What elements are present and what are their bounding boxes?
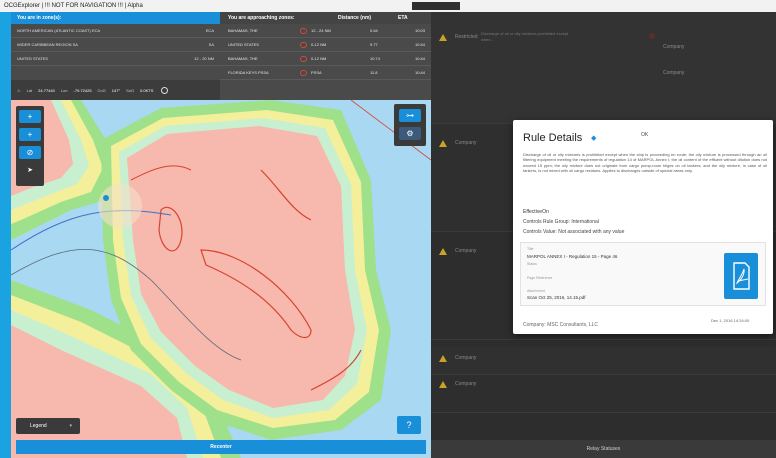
zoom-out-icon: + — [27, 130, 33, 139]
cog-value: 147° — [111, 87, 121, 93]
list-item[interactable]: Company — [431, 375, 776, 413]
list-item[interactable]: Restricted Discharge of oil or oily mixt… — [431, 12, 776, 124]
rule-date: Dec 1, 2016 14:34:00 — [711, 318, 750, 323]
rule-company: Company: MSC Consultants, LLC — [523, 322, 599, 328]
zoom-in-icon: + — [27, 112, 33, 121]
compass-button[interactable]: ⊘ — [19, 146, 41, 159]
map-canvas[interactable] — [11, 100, 431, 458]
rule-details-dialog: Rule Details ◆ OK Discharge of oil or oi… — [513, 120, 773, 334]
zoom-out-button[interactable]: + — [19, 128, 41, 141]
pointer-button[interactable]: ➤ — [19, 164, 41, 177]
approach-row[interactable]: FLORIDA KEYS PSSA PSSA 11.8 10:44 — [220, 66, 431, 80]
warning-icon — [439, 140, 447, 147]
approach-header-eta: ETA — [398, 15, 408, 21]
approach-row[interactable]: BAHAMAS, THE 0-12 NM 10.74 10:44 — [220, 52, 431, 66]
ok-button[interactable]: OK — [641, 132, 648, 138]
help-icon: ? — [406, 420, 412, 430]
longitude-value: -79.72425 — [73, 87, 92, 93]
status-dot — [649, 33, 655, 39]
warning-icon — [439, 34, 447, 41]
attachment-filename: Scan Oct 25, 2016, 14.15.pdf — [527, 295, 586, 300]
window-titlebar: OCGExplorer | !!! NOT FOR NAVIGATION !!!… — [0, 0, 776, 12]
warning-icon — [439, 381, 447, 388]
warning-icon — [439, 248, 447, 255]
layers-button[interactable]: ⊶ — [399, 109, 421, 122]
recenter-button[interactable]: Recenter — [16, 440, 426, 454]
approach-header-zone: You are approaching zones: — [228, 15, 295, 21]
info-icon[interactable]: ◆ — [591, 134, 596, 142]
gear-icon: ⚙ — [406, 129, 414, 138]
approaching-zones-panel: You are approaching zones: Distance (nm)… — [220, 12, 431, 100]
effective-on-label: EffectiveOn — [523, 209, 549, 215]
nautical-map[interactable]: + + ⊘ ➤ ⊶ ⚙ Legend ▾ ? Recenter — [11, 100, 431, 458]
legend-dropdown[interactable]: Legend ▾ — [16, 418, 80, 434]
warning-icon: ⚠ — [17, 87, 21, 93]
zone-alert-icon — [300, 69, 307, 76]
warning-icon — [439, 355, 447, 362]
map-toolbar: + + ⊘ ➤ — [16, 106, 44, 186]
position-bar: ⚠ Lat 24.77440 Lon -79.72425 CoG 147° So… — [11, 80, 220, 100]
chevron-down-icon: ▾ — [69, 423, 72, 429]
window-title: OCGExplorer | !!! NOT FOR NAVIGATION !!!… — [4, 3, 143, 9]
approach-row[interactable]: UNITED STATES 0-12 NM 9.77 10:44 — [220, 38, 431, 52]
map-right-toolbar: ⊶ ⚙ — [394, 104, 426, 146]
rule-value-label: Controls Value: Not associated with any … — [523, 229, 625, 235]
help-button[interactable]: ? — [397, 416, 421, 434]
zoom-in-button[interactable]: + — [19, 110, 41, 123]
left-accent-strip — [0, 12, 11, 458]
relay-statuses-button[interactable]: Relay Statuses — [431, 440, 776, 458]
legend-label: Legend — [30, 423, 47, 429]
titlebar-tab[interactable] — [412, 2, 460, 10]
zone-alert-icon — [300, 41, 307, 48]
zone-row[interactable]: UNITED STATES 12 - 20 NM — [11, 52, 220, 66]
pdf-icon — [733, 262, 750, 290]
record-toggle-icon[interactable] — [161, 86, 169, 94]
zone-alert-icon — [300, 55, 307, 62]
rule-details-title: Rule Details — [523, 132, 583, 144]
sog-value: 0.0KTS — [140, 87, 154, 93]
zone-alert-icon — [300, 27, 307, 34]
list-item: Company — [663, 70, 685, 76]
open-pdf-button[interactable] — [724, 253, 758, 299]
key-icon: ⊶ — [406, 111, 414, 120]
settings-button[interactable]: ⚙ — [399, 127, 421, 140]
approach-header-distance: Distance (nm) — [338, 15, 372, 21]
document-title: MARPOL ANNEX I - Regulation 15 - Page 46 — [527, 254, 618, 259]
latitude-value: 24.77440 — [38, 87, 55, 93]
rule-description: Discharge of oil or oily mixtures is pro… — [523, 152, 767, 173]
rule-group-label: Controls Rule Group: International — [523, 219, 599, 225]
zone-row[interactable]: NORTH AMERICAN (ATLANTIC COAST) ECA ECA — [11, 24, 220, 38]
document-reference: Title MARPOL ANNEX I - Regulation 15 - P… — [520, 242, 766, 306]
compass-icon: ⊘ — [26, 148, 34, 157]
pointer-icon: ➤ — [27, 167, 33, 174]
approach-row[interactable]: BAHAMAS, THE 12 - 24 NM 0.64 10:03 — [220, 24, 431, 38]
zone-row[interactable]: WIDER CARIBBEAN REGION SA SA — [11, 38, 220, 52]
current-zones-header: You are in zone(s): — [11, 12, 220, 24]
list-item[interactable]: Company — [431, 347, 776, 375]
